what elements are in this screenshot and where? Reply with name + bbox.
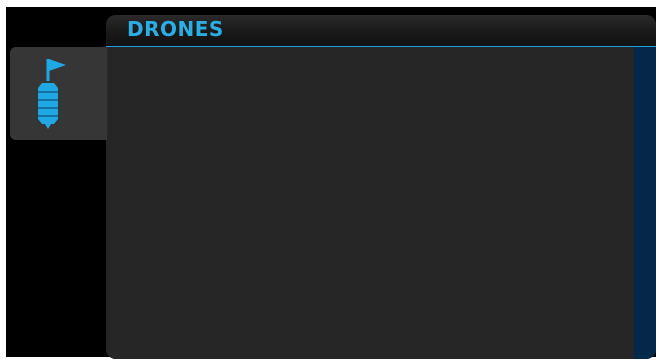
screen-background: DRONES: [6, 7, 656, 359]
drones-panel: DRONES: [106, 15, 656, 359]
panel-title: DRONES: [127, 17, 224, 41]
game-screen: DRONES: [0, 0, 662, 364]
panel-header: DRONES: [106, 15, 656, 47]
drone-list-area: [106, 47, 634, 359]
tab-drones[interactable]: [10, 47, 107, 140]
drone-flag-icon: [38, 59, 66, 129]
scrollbar[interactable]: [634, 47, 656, 359]
